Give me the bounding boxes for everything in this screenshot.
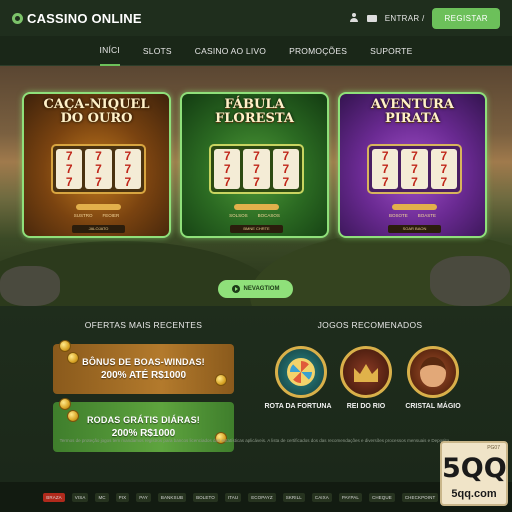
main-nav: INÍCI SLOTS CASINO AO LIVO PROMOÇÕES SUP… <box>0 36 512 66</box>
nav-item-home[interactable]: INÍCI <box>99 36 120 66</box>
payment-logo: VISA <box>71 492 89 502</box>
play-icon <box>231 285 240 293</box>
content-section: OFERTAS MAIS RECENTES BÔNUS DE BOAS-WIND… <box>0 306 512 482</box>
recommended-game-label: CRISTAL MÁGIO <box>405 403 461 410</box>
card-spin-bar <box>392 204 437 210</box>
crown-icon <box>354 364 378 382</box>
payment-logo: PIX <box>115 492 130 502</box>
hero-cta-button[interactable]: NEVAGTIOM <box>218 280 293 298</box>
offer-welcome-bonus[interactable]: BÔNUS DE BOAS-WINDAS! 200% ATÉ R$1000 <box>53 340 234 394</box>
coin-icon <box>59 340 71 352</box>
legal-disclaimer: Termos de proteção jogos tem mandamos re… <box>59 438 451 443</box>
coin-icon <box>59 398 71 410</box>
card-play-button[interactable]: SOAR BAON <box>388 225 441 233</box>
card-sub-labels: BOSOTE BOASTE <box>388 213 437 218</box>
card-sub-labels: SUSTRO FEOIER <box>73 213 120 218</box>
recommended-game-river-king[interactable] <box>340 346 392 398</box>
hero-banner: CAÇA-NIQUEL DO OURO 777 777 777 SUSTRO FE… <box>0 66 512 306</box>
site-header: CASSINO ONLINE ENTRAR / REGISTAR <box>0 0 512 36</box>
game-card-pirate-adventure[interactable]: AVENTURA PIRATA 777 777 777 BOSOTE BOASTE… <box>338 92 487 238</box>
coin-icon <box>67 410 79 422</box>
nav-item-support[interactable]: SUPORTE <box>370 37 412 65</box>
payment-logo: CHEQUE <box>368 492 395 502</box>
offers-title: OFERTAS MAIS RECENTES <box>84 320 203 330</box>
coin-icon <box>67 352 79 364</box>
game-card-title: CAÇA-NIQUEL DO OURO <box>43 97 150 126</box>
payment-logo: BRAZA <box>43 492 65 502</box>
site-logo[interactable]: CASSINO ONLINE <box>12 11 142 26</box>
card-spin-bar <box>76 204 121 210</box>
watermark-badge: PG07 5QQ 5qq.com <box>440 441 508 506</box>
payment-logo: PAY <box>136 492 151 502</box>
mail-icon[interactable] <box>366 14 377 22</box>
game-card-title: FÁBULA FLORESTA <box>215 97 294 126</box>
slot-reels: 777 777 777 <box>51 144 146 194</box>
wheel-icon <box>287 358 315 386</box>
offer-free-spins[interactable]: RODAS GRÁTIS DIÁRAS! 200% R$1000 <box>53 398 234 452</box>
payment-logo: BANKSUB <box>157 492 187 502</box>
payment-footer: BRAZA VISA MC PIX PAY BANKSUB BOLETO ITA… <box>0 482 512 512</box>
payment-logo: PAYPAL <box>338 492 362 502</box>
coin-icon <box>215 374 227 386</box>
hero-rock-right <box>430 256 510 306</box>
recommended-title: JOGOS RECOMENADOS <box>317 320 423 330</box>
card-spin-bar <box>234 204 279 210</box>
payment-logo: CAIXA <box>311 492 332 502</box>
game-card-gold-slots[interactable]: CAÇA-NIQUEL DO OURO 777 777 777 SUSTRO FE… <box>22 92 171 238</box>
logo-text: CASSINO ONLINE <box>27 10 142 26</box>
hero-rock-left <box>0 266 60 306</box>
payment-logo: ECOPAYZ <box>248 492 276 502</box>
slot-reels: 777 777 777 <box>209 144 304 194</box>
payment-logo: CHECKPOINT <box>401 492 439 502</box>
game-card-title: AVENTURA PIRATA <box>371 97 454 126</box>
login-link[interactable]: ENTRAR / <box>385 14 425 23</box>
nav-item-promotions[interactable]: PROMOÇÕES <box>289 37 347 65</box>
character-face-icon <box>420 357 446 387</box>
payment-logo: MC <box>95 492 109 502</box>
recommended-game-magic-crystal[interactable] <box>407 346 459 398</box>
nav-item-slots[interactable]: SLOTS <box>143 37 172 65</box>
slot-reels: 777 777 777 <box>367 144 462 194</box>
game-card-forest-fable[interactable]: FÁBULA FLORESTA 777 777 777 SOLSOS BOCASO… <box>180 92 329 238</box>
recommended-game-fortune-route[interactable] <box>275 346 327 398</box>
card-play-button[interactable]: JALOJATO <box>72 225 125 233</box>
clover-icon <box>12 12 23 24</box>
register-button[interactable]: REGISTAR <box>432 7 500 29</box>
header-actions: ENTRAR / REGISTAR <box>349 7 500 29</box>
card-sub-labels: SOLSOS BOCASOS <box>229 213 280 218</box>
card-play-button[interactable]: BMNE CHRTE <box>230 225 283 233</box>
payment-logo: SKRILL <box>282 492 305 502</box>
payment-logo: BOLETO <box>193 492 218 502</box>
user-icon[interactable] <box>349 13 359 23</box>
payment-logo: ITAU <box>224 492 242 502</box>
nav-item-live-casino[interactable]: CASINO AO LIVO <box>195 37 266 65</box>
